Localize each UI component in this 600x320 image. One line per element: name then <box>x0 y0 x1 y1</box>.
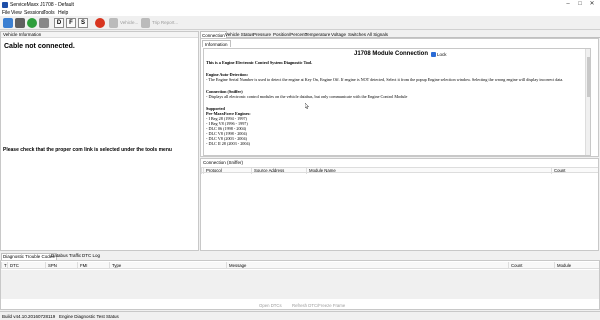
stop-icon[interactable] <box>95 18 105 28</box>
tab-pressure[interactable]: Pressure <box>252 31 272 38</box>
sniffer-table-header: Protocol Source Address Module Name Coun… <box>201 167 599 174</box>
connect-icon[interactable] <box>3 18 13 28</box>
column-type[interactable]: Type <box>109 262 226 269</box>
build-version: Build v44.10.20160728119 <box>2 314 56 319</box>
bottom-tabs: Diagnostic Trouble Codes Databus Traffic… <box>0 252 600 260</box>
tab-diagnostic-trouble-codes[interactable]: Diagnostic Trouble Codes <box>1 253 57 260</box>
dtc-table-header: T DTC SPN FMI Type Message Count Module <box>1 262 599 269</box>
d-button[interactable]: D <box>54 18 64 28</box>
scrollbar-thumb[interactable] <box>587 57 590 97</box>
module-connection-heading: J1708 Module Connection <box>354 51 429 57</box>
refresh-dtc-button[interactable]: Refresh DTC/Freeze Frame <box>292 303 345 308</box>
lock-label: Lock <box>437 52 447 57</box>
column-fmi[interactable]: FMI <box>77 262 109 269</box>
document-scrollbar[interactable] <box>585 49 590 155</box>
sniffer-header: Connection (Sniffer) <box>203 160 243 165</box>
engine-item: - DLC II 28 (2003 - 2004) <box>206 141 250 146</box>
tab-connection[interactable]: Connection <box>200 31 227 38</box>
f-button[interactable]: F <box>66 18 76 28</box>
engine-status: Engine Diagnostic Test Status <box>59 314 119 319</box>
intro-text: This is a Engine Electronic Control Syst… <box>206 60 313 65</box>
column-spn[interactable]: SPN <box>45 262 77 269</box>
dtc-list <box>1 270 599 299</box>
information-document: J1708 Module Connection Lock This is a E… <box>203 48 591 156</box>
information-panel: Information J1708 Module Connection Lock… <box>200 38 599 157</box>
column-count[interactable]: Count <box>551 168 599 174</box>
signal-tabs: Connection Vehicle Status Pressure Posit… <box>200 31 600 38</box>
connection-status: Cable not connected. <box>4 43 75 50</box>
column-module[interactable]: Module <box>554 262 599 269</box>
tab-dtc-log[interactable]: DTC Log <box>81 253 101 259</box>
column-protocol[interactable]: Protocol <box>203 168 251 174</box>
trip-report-icon[interactable] <box>141 18 150 28</box>
s-button[interactable]: S <box>78 18 88 28</box>
toolbar: D F S Vehicle... Trip Report... <box>0 16 600 30</box>
tab-vehicle-status[interactable]: Vehicle Status <box>224 31 255 38</box>
connection-hint: Please check that the proper com link is… <box>3 147 172 153</box>
maximize-icon[interactable]: □ <box>574 0 586 9</box>
settings-icon[interactable] <box>39 18 49 28</box>
column-count[interactable]: Count <box>508 262 554 269</box>
vehicle-icon[interactable] <box>109 18 118 28</box>
lock-checkbox[interactable] <box>431 51 436 57</box>
column-dtc[interactable]: DTC <box>7 262 45 269</box>
title-bar: ServiceMaxx J1708 - Default – □ ✕ <box>0 0 600 9</box>
app-logo-icon <box>2 1 8 8</box>
tab-information[interactable]: Information <box>202 40 231 47</box>
trip-report-button[interactable]: Trip Report... <box>152 20 178 25</box>
dtc-panel: T DTC SPN FMI Type Message Count Module … <box>0 260 600 310</box>
tab-switches[interactable]: Switches <box>347 31 367 38</box>
tab-databus-traffic[interactable]: Databus Traffic <box>50 253 82 259</box>
auto-detect-text: - The Engine Serial Number is used to de… <box>206 77 564 82</box>
close-icon[interactable]: ✕ <box>586 0 598 9</box>
go-icon[interactable] <box>27 18 37 28</box>
vehicle-information-panel: Vehicle Information Cable not connected.… <box>0 31 199 251</box>
sniffer-text: - Displays all electronic control module… <box>206 94 408 99</box>
sniffer-panel: Connection (Sniffer) Protocol Source Add… <box>200 158 599 251</box>
tab-voltage[interactable]: Voltage <box>330 31 347 38</box>
column-source-address[interactable]: Source Address <box>251 168 306 174</box>
column-message[interactable]: Message <box>226 262 508 269</box>
tab-temperature[interactable]: Temperature <box>304 31 331 38</box>
tab-position-percent[interactable]: Position/Percent <box>272 31 307 38</box>
minimize-icon[interactable]: – <box>562 0 574 9</box>
menu-bar: File View Sessions Tools Help <box>0 9 600 16</box>
panel-header: Vehicle Information <box>1 32 198 38</box>
vehicle-button[interactable]: Vehicle... <box>120 20 138 25</box>
tab-all-signals[interactable]: All Signals <box>366 31 389 38</box>
status-bar: Build v44.10.20160728119 Engine Diagnost… <box>0 311 600 320</box>
print-icon[interactable] <box>15 18 25 28</box>
column-module-name[interactable]: Module Name <box>306 168 551 174</box>
open-dtcs-button[interactable]: Open DTCs <box>259 303 282 308</box>
mouse-cursor-icon <box>305 103 309 109</box>
window-title: ServiceMaxx J1708 - Default <box>10 1 74 8</box>
